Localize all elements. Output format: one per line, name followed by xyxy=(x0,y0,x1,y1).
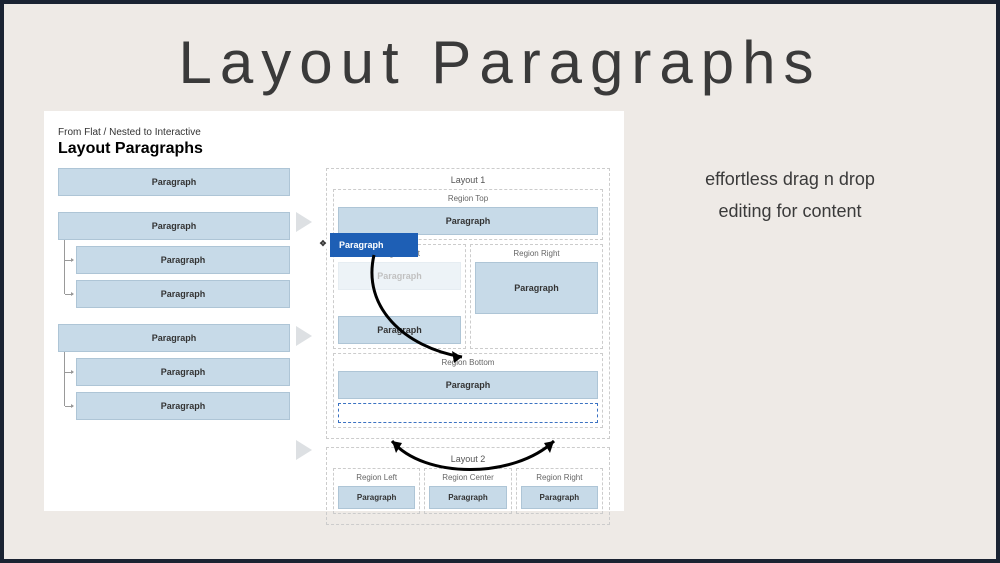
paragraph-box[interactable]: Paragraph xyxy=(76,246,290,274)
region-title: Region Right xyxy=(521,473,598,482)
layout-container-2: Layout 2 Region Left Paragraph Region Ce… xyxy=(326,447,610,525)
paragraph-box[interactable]: Paragraph xyxy=(76,358,290,386)
layout-title: Layout 2 xyxy=(333,454,603,464)
arrow-icon xyxy=(296,326,312,346)
region-right[interactable]: Region Right Paragraph xyxy=(516,468,603,514)
region-center[interactable]: Region Center Paragraph xyxy=(424,468,511,514)
paragraph-box[interactable]: Paragraph xyxy=(475,262,598,314)
diagram-panel: From Flat / Nested to Interactive Layout… xyxy=(44,111,624,511)
arrow-icon xyxy=(296,440,312,460)
region-right[interactable]: Region Right Paragraph xyxy=(470,244,603,349)
dragging-paragraph[interactable]: ✥ Paragraph xyxy=(330,233,418,257)
paragraph-box[interactable]: Paragraph xyxy=(338,207,598,235)
paragraph-box[interactable]: Paragraph xyxy=(338,486,415,509)
layout-title: Layout 1 xyxy=(333,175,603,185)
caption-line-2: editing for content xyxy=(624,195,956,227)
region-title: Region Right xyxy=(475,249,598,258)
paragraph-box[interactable]: Paragraph xyxy=(429,486,506,509)
layout-container-1: Layout 1 Region Top Paragraph Region Lef… xyxy=(326,168,610,439)
paragraph-box[interactable]: Paragraph xyxy=(76,392,290,420)
transition-arrows xyxy=(296,168,320,533)
side-caption: effortless drag n drop editing for conte… xyxy=(624,111,956,511)
region-title: Region Bottom xyxy=(338,358,598,367)
paragraph-box[interactable]: Paragraph xyxy=(338,316,461,344)
paragraph-box[interactable]: Paragraph xyxy=(338,371,598,399)
region-left[interactable]: Region Left Paragraph Paragraph xyxy=(333,244,466,349)
paragraph-box[interactable]: Paragraph xyxy=(58,212,290,240)
drag-grip-icon[interactable]: ✥ xyxy=(317,238,329,250)
flat-column: Paragraph Paragraph Paragraph Paragraph … xyxy=(58,168,290,533)
paragraph-box[interactable]: Paragraph xyxy=(58,324,290,352)
layout-column: Layout 1 Region Top Paragraph Region Lef… xyxy=(326,168,610,533)
region-title: Region Center xyxy=(429,473,506,482)
arrow-icon xyxy=(296,212,312,232)
region-bottom[interactable]: Region Bottom Paragraph xyxy=(333,353,603,428)
caption-line-1: effortless drag n drop xyxy=(624,163,956,195)
paragraph-box[interactable]: Paragraph xyxy=(521,486,598,509)
region-title: Region Top xyxy=(338,194,598,203)
dragging-label: Paragraph xyxy=(339,240,384,250)
paragraph-box[interactable]: Paragraph xyxy=(76,280,290,308)
region-title: Region Left xyxy=(338,473,415,482)
diagram-heading: Layout Paragraphs xyxy=(58,140,610,158)
slide-title: Layout Paragraphs xyxy=(4,4,996,111)
drop-zone[interactable] xyxy=(338,403,598,423)
region-left[interactable]: Region Left Paragraph xyxy=(333,468,420,514)
paragraph-ghost: Paragraph xyxy=(338,262,461,290)
diagram-subtitle: From Flat / Nested to Interactive xyxy=(58,127,610,138)
paragraph-box[interactable]: Paragraph xyxy=(58,168,290,196)
